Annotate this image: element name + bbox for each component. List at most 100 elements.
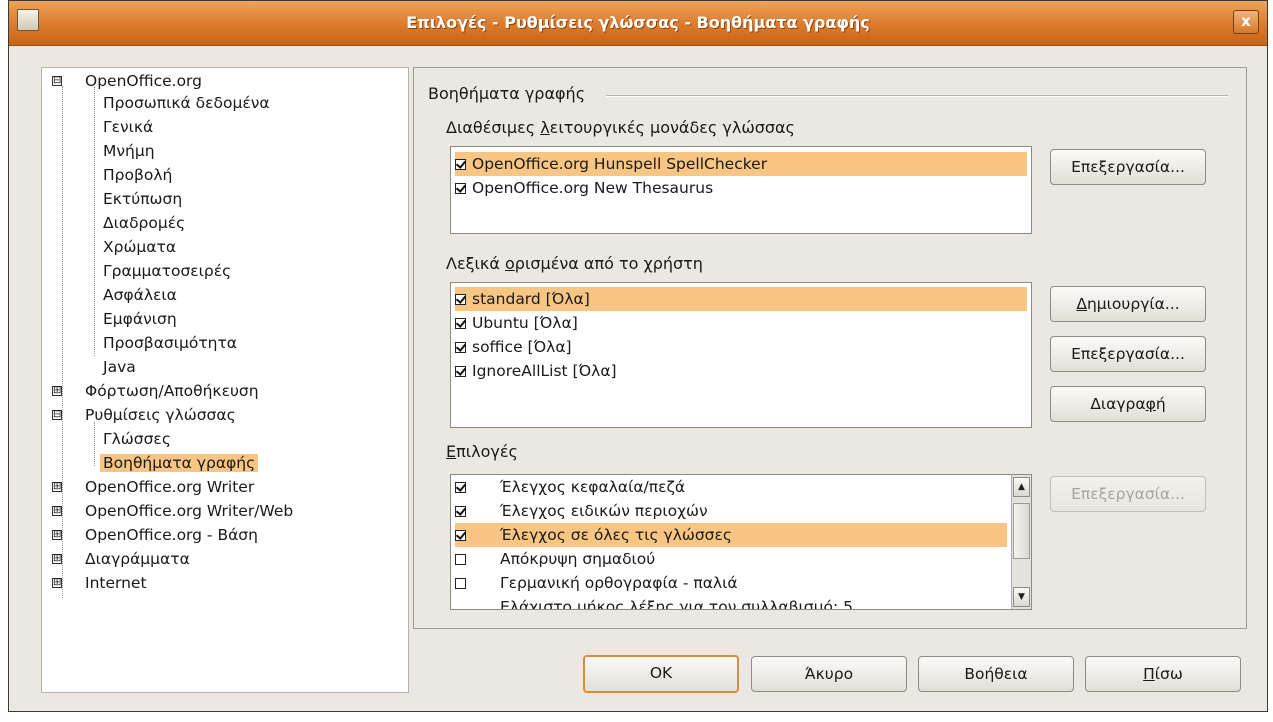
list-item[interactable]: Έλεγχος ειδικών περιοχών	[455, 499, 1007, 523]
dictionaries-label: Λεξικά ορισμένα από το χρήστη	[446, 254, 703, 273]
scroll-thumb[interactable]	[1013, 503, 1030, 559]
tree-item-personal-data[interactable]: Προσωπικά δεδομένα	[100, 92, 273, 114]
tree-item-language-settings[interactable]: ⊟ Ρυθμίσεις γλώσσας	[52, 404, 239, 426]
scroll-up-icon[interactable]: ▲	[1013, 477, 1030, 497]
ok-button[interactable]: OK	[583, 655, 739, 693]
user-dictionaries-list[interactable]: standard [Όλα] Ubuntu [Όλα] soffice [Όλα…	[450, 282, 1032, 428]
expand-icon[interactable]: ⊞	[52, 482, 62, 492]
tree-item-load-save[interactable]: ⊞ Φόρτωση/Αποθήκευση	[52, 380, 262, 402]
list-item[interactable]: soffice [Όλα]	[455, 335, 1027, 359]
options-edit-button[interactable]: Επεξεργασία...	[1050, 476, 1206, 512]
checkbox[interactable]	[455, 183, 466, 194]
checkbox[interactable]	[455, 506, 466, 517]
tree-item-label: Προσβασιμότητα	[103, 334, 238, 352]
tree-item-languages[interactable]: Γλώσσες	[100, 428, 174, 450]
new-dictionary-button[interactable]: Δημιουργία...	[1050, 286, 1206, 322]
collapse-icon[interactable]: ⊟	[52, 76, 62, 86]
tree-item-appearance[interactable]: Εμφάνιση	[100, 308, 180, 330]
delete-dictionary-button[interactable]: Διαγραφή	[1050, 386, 1206, 422]
help-button[interactable]: Βοήθεια	[918, 656, 1074, 692]
list-item[interactable]: Απόκρυψη σημαδιού	[455, 547, 1007, 571]
window-title: Επιλογές - Ρυθμίσεις γλώσσας - Βοηθήματα…	[406, 13, 870, 32]
checkbox[interactable]	[455, 294, 466, 305]
tree-item-writer-web[interactable]: ⊞ OpenOffice.org Writer/Web	[52, 500, 296, 522]
tree-item-label: Internet	[85, 574, 147, 592]
checkbox[interactable]	[455, 159, 466, 170]
options-list[interactable]: Έλεγχος κεφαλαία/πεζά Έλεγχος ειδικών πε…	[450, 474, 1032, 610]
expand-icon[interactable]: ⊞	[52, 554, 62, 564]
modules-edit-button[interactable]: Επεξεργασία...	[1050, 149, 1206, 185]
tree-item-security[interactable]: Ασφάλεια	[100, 284, 180, 306]
checkbox[interactable]	[455, 554, 466, 565]
category-tree[interactable]: ⊟ OpenOffice.org Προσωπικά δεδομένα Γενι…	[41, 67, 409, 693]
scroll-down-icon[interactable]: ▼	[1013, 587, 1030, 607]
checkbox[interactable]	[455, 578, 466, 589]
tree-item-colors[interactable]: Χρώματα	[100, 236, 179, 258]
tree-item-general[interactable]: Γενικά	[100, 116, 156, 138]
tree-item-label: OpenOffice.org Writer/Web	[85, 502, 294, 520]
tree-item-label: OpenOffice.org - Βάση	[85, 526, 258, 544]
tree-item-label: Εμφάνιση	[103, 310, 177, 328]
tree-item-paths[interactable]: Διαδρομές	[100, 212, 188, 234]
tree-guide-line	[62, 86, 63, 598]
group-title: Βοηθήματα γραφής	[428, 84, 586, 103]
tree-item-label: Γλώσσες	[103, 430, 171, 448]
checkbox[interactable]	[455, 318, 466, 329]
tree-item-label: Διαδρομές	[103, 214, 186, 232]
tree-item-print[interactable]: Εκτύπωση	[100, 188, 185, 210]
tree-item-internet[interactable]: ⊞ Internet	[52, 572, 150, 594]
expand-icon[interactable]: ⊞	[52, 578, 62, 588]
dictionary-edit-button[interactable]: Επεξεργασία...	[1050, 336, 1206, 372]
list-item[interactable]: IgnoreAllList [Όλα]	[455, 359, 1027, 383]
tree-item-label: Προβολή	[103, 166, 173, 184]
options-scrollbar[interactable]: ▲ ▼	[1011, 475, 1031, 609]
tree-item-label: Γενικά	[103, 118, 154, 136]
tree-item-label: Προσωπικά δεδομένα	[103, 94, 270, 112]
expand-icon[interactable]: ⊞	[52, 386, 62, 396]
tree-item-label: Διαγράμματα	[85, 550, 190, 568]
tree-item-label: Ασφάλεια	[103, 286, 177, 304]
list-item[interactable]: Έλεγχος κεφαλαία/πεζά	[455, 475, 1007, 499]
expand-icon[interactable]: ⊞	[52, 530, 62, 540]
tree-guide-line	[94, 86, 95, 356]
collapse-icon[interactable]: ⊟	[52, 410, 62, 420]
tree-item-label: OpenOffice.org Writer	[85, 478, 255, 496]
tree-item-label: Φόρτωση/Αποθήκευση	[85, 382, 259, 400]
checkbox[interactable]	[455, 530, 466, 541]
list-item[interactable]: Ελάχιστο μήκος λέξης για τον συλλαβισμό:…	[455, 595, 1007, 609]
back-button[interactable]: Πίσω	[1085, 656, 1241, 692]
writing-aids-panel: Βοηθήματα γραφής Διαθέσιμες λειτουργικές…	[413, 67, 1247, 629]
tree-item-memory[interactable]: Μνήμη	[100, 140, 158, 162]
list-item[interactable]: Έλεγχος σε όλες τις γλώσσες	[455, 523, 1007, 547]
tree-item-charts[interactable]: ⊞ Διαγράμματα	[52, 548, 193, 570]
tree-item-label: Ρυθμίσεις γλώσσας	[85, 406, 236, 424]
tree-item-writer[interactable]: ⊞ OpenOffice.org Writer	[52, 476, 257, 498]
tree-item-java[interactable]: Java	[100, 356, 139, 378]
list-item[interactable]: Ubuntu [Όλα]	[455, 311, 1027, 335]
tree-item-label: Βοηθήματα γραφής	[100, 454, 259, 472]
options-label: Επιλογές	[446, 442, 518, 461]
cancel-button[interactable]: Άκυρο	[751, 656, 907, 692]
group-divider	[606, 95, 1228, 97]
tree-item-view[interactable]: Προβολή	[100, 164, 175, 186]
list-item[interactable]: OpenOffice.org Hunspell SpellChecker	[455, 152, 1027, 176]
tree-item-fonts[interactable]: Γραμματοσειρές	[100, 260, 234, 282]
title-bar[interactable]: Επιλογές - Ρυθμίσεις γλώσσας - Βοηθήματα…	[9, 1, 1267, 46]
modules-label: Διαθέσιμες λειτουργικές μονάδες γλώσσας	[446, 118, 795, 137]
checkbox[interactable]	[455, 366, 466, 377]
tree-item-accessibility[interactable]: Προσβασιμότητα	[100, 332, 240, 354]
tree-guide-line	[94, 422, 95, 466]
tree-item-base[interactable]: ⊞ OpenOffice.org - Βάση	[52, 524, 261, 546]
checkbox[interactable]	[455, 482, 466, 493]
tree-item-writing-aids[interactable]: Βοηθήματα γραφής	[100, 452, 259, 474]
language-modules-list[interactable]: OpenOffice.org Hunspell SpellChecker Ope…	[450, 146, 1032, 234]
tree-item-label: Εκτύπωση	[103, 190, 183, 208]
list-item[interactable]: Γερμανική ορθογραφία - παλιά	[455, 571, 1007, 595]
list-item[interactable]: OpenOffice.org New Thesaurus	[455, 176, 1027, 200]
checkbox[interactable]	[455, 342, 466, 353]
tree-item-openoffice[interactable]: ⊟ OpenOffice.org	[52, 70, 205, 92]
expand-icon[interactable]: ⊞	[52, 506, 62, 516]
list-item[interactable]: standard [Όλα]	[455, 287, 1027, 311]
close-button[interactable]: x	[1233, 10, 1259, 34]
tree-item-label: Γραμματοσειρές	[103, 262, 232, 280]
